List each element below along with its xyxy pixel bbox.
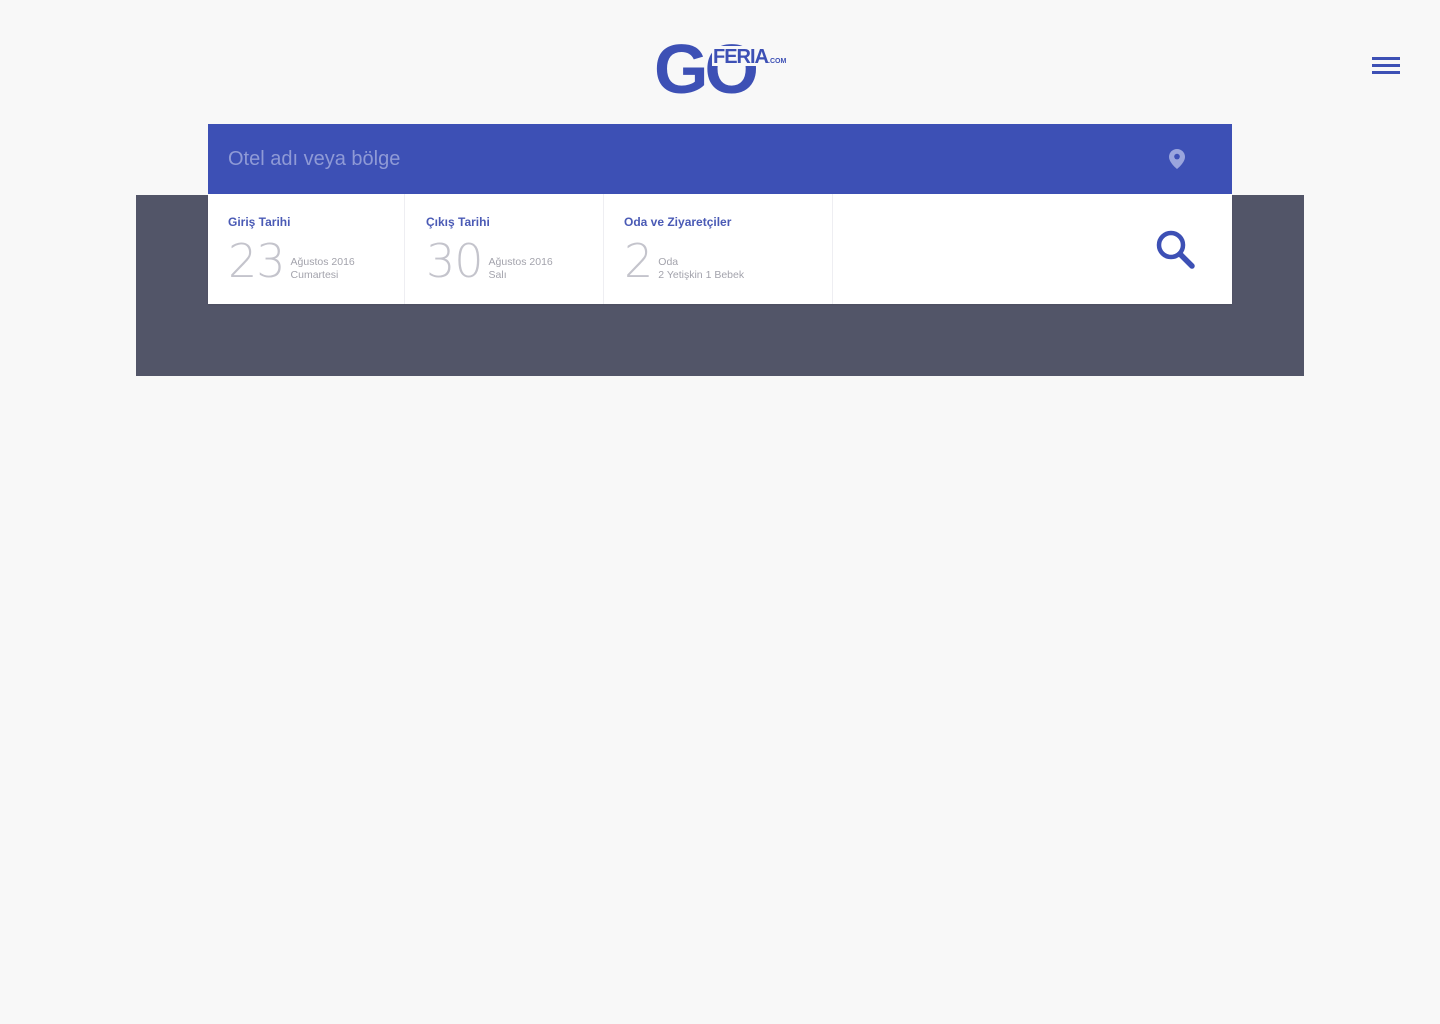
- rooms-label: Oda ve Ziyaretçiler: [624, 215, 732, 229]
- location-pin-icon[interactable]: [1169, 149, 1185, 169]
- rooms-value: 2 Oda 2 Yetişkin 1 Bebek: [624, 238, 744, 284]
- rooms-details: Oda 2 Yetişkin 1 Bebek: [658, 256, 744, 284]
- room-count: 2: [624, 234, 653, 288]
- checkin-label: Giriş Tarihi: [228, 215, 291, 229]
- logo-brand-text: FERIA: [713, 46, 769, 68]
- menu-bar: [1372, 64, 1400, 67]
- booking-panel: Giriş Tarihi 23 Ağustos 2016 Cumartesi Ç…: [208, 194, 1232, 304]
- checkin-date-field[interactable]: Giriş Tarihi 23 Ağustos 2016 Cumartesi: [208, 194, 405, 304]
- menu-bar: [1372, 71, 1400, 74]
- checkout-label: Çıkış Tarihi: [426, 215, 490, 229]
- rooms-guests-field[interactable]: Oda ve Ziyaretçiler 2 Oda 2 Yetişkin 1 B…: [604, 194, 833, 304]
- goferia-logo[interactable]: GO FERIA .COM: [654, 38, 788, 96]
- search-input[interactable]: [208, 124, 1148, 194]
- hamburger-menu-icon[interactable]: [1366, 52, 1406, 82]
- logo-suffix-text: .COM: [768, 58, 786, 65]
- logo-graphic: GO FERIA .COM: [654, 38, 786, 96]
- checkin-month-year: Ağustos 2016: [290, 256, 355, 268]
- checkin-details: Ağustos 2016 Cumartesi: [291, 256, 355, 284]
- checkin-day: 23: [228, 234, 286, 288]
- checkin-value: 23 Ağustos 2016 Cumartesi: [228, 238, 355, 284]
- magnifier-search-icon: [1156, 230, 1195, 269]
- menu-bar: [1372, 57, 1400, 60]
- checkout-weekday: Salı: [488, 269, 507, 281]
- room-unit: Oda: [658, 256, 679, 268]
- search-button[interactable]: [1154, 228, 1200, 274]
- checkout-details: Ağustos 2016 Salı: [489, 256, 553, 284]
- checkin-weekday: Cumartesi: [290, 269, 339, 281]
- search-bar: [208, 124, 1232, 194]
- checkout-date-field[interactable]: Çıkış Tarihi 30 Ağustos 2016 Salı: [406, 194, 604, 304]
- checkout-value: 30 Ağustos 2016 Salı: [426, 238, 553, 284]
- guests-summary: 2 Yetişkin 1 Bebek: [658, 269, 745, 281]
- checkout-day: 30: [426, 234, 484, 288]
- checkout-month-year: Ağustos 2016: [488, 256, 553, 268]
